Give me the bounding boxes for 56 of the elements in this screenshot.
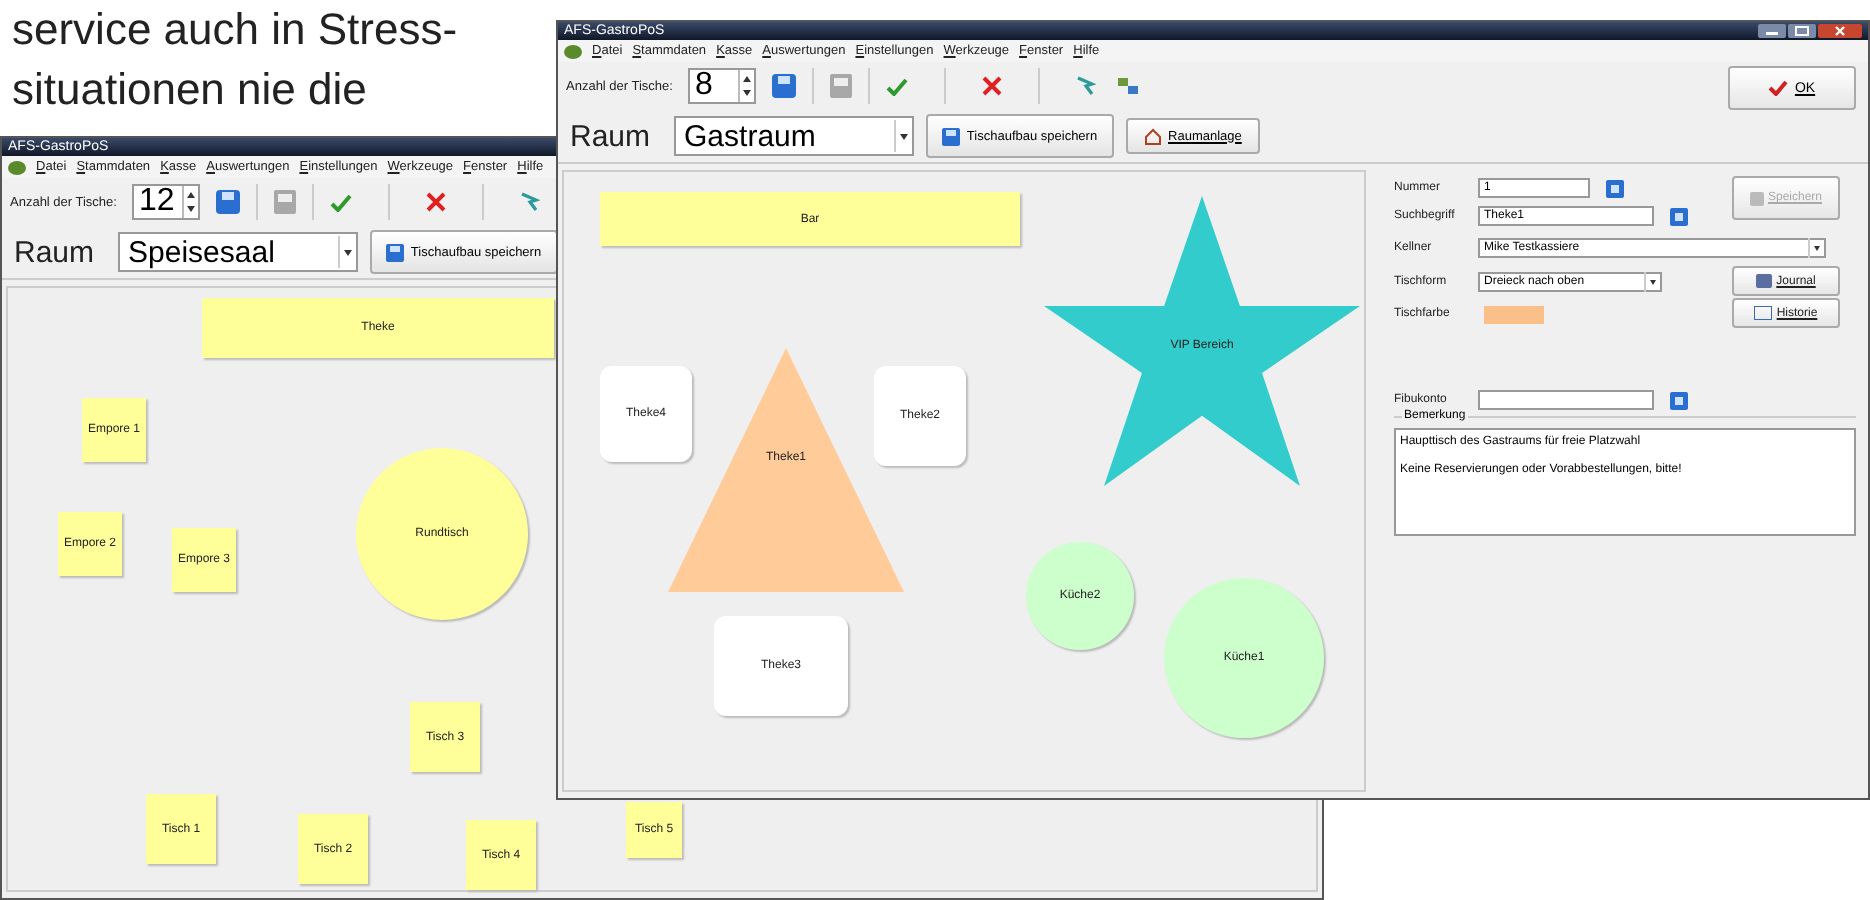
room-dropdown[interactable]: Gastraum [674, 116, 915, 156]
lookup-icon[interactable] [1670, 207, 1688, 225]
table-tile[interactable] [298, 814, 368, 884]
cursor-icon[interactable] [520, 192, 545, 212]
tables-icon[interactable] [1116, 76, 1141, 96]
room-label: Raum [570, 119, 651, 153]
lookup-icon[interactable] [1606, 179, 1624, 197]
room-label: Raum [14, 235, 95, 269]
spin-arrows-icon[interactable] [738, 70, 755, 102]
table-tile[interactable] [626, 802, 682, 858]
caret-icon[interactable] [1644, 271, 1660, 291]
table-count-spinner[interactable]: 8 [688, 68, 757, 104]
lookup-icon[interactable] [1670, 391, 1688, 409]
floppy-icon [386, 243, 405, 261]
book-icon [1756, 274, 1773, 288]
floppy-icon [1749, 191, 1764, 205]
close-icon[interactable] [1818, 24, 1862, 38]
document-text: situationen nie die [12, 62, 369, 118]
color-swatch[interactable] [1484, 305, 1544, 323]
table-tile[interactable] [874, 366, 966, 466]
floppy-icon [942, 127, 961, 145]
table-tile[interactable] [600, 192, 1020, 246]
check-icon [1768, 80, 1789, 96]
table-tile[interactable] [410, 702, 480, 772]
floppy-icon[interactable] [216, 190, 241, 214]
star-table[interactable] [1044, 196, 1360, 486]
table-tile[interactable] [202, 298, 554, 358]
history-icon [1754, 306, 1773, 320]
spin-arrows-icon[interactable] [182, 186, 199, 218]
delete-icon[interactable] [982, 76, 1003, 96]
app-icon [8, 159, 26, 175]
cursor-icon[interactable] [1076, 76, 1101, 96]
document-text: service auch in Stress- [12, 2, 458, 58]
check-icon[interactable] [330, 193, 353, 211]
table-tile[interactable] [58, 512, 122, 576]
app-icon [564, 43, 582, 59]
table-tile[interactable] [600, 366, 692, 462]
minimize-icon[interactable] [1758, 24, 1786, 38]
table-count-spinner[interactable]: 12 [132, 184, 201, 220]
caret-icon[interactable] [894, 120, 913, 152]
room-dropdown[interactable]: Speisesaal [118, 232, 359, 272]
table-tile[interactable] [172, 528, 236, 592]
house-icon [1144, 127, 1163, 145]
table-tile[interactable] [82, 398, 146, 462]
caret-icon[interactable] [1808, 238, 1824, 258]
table-tile[interactable] [146, 794, 216, 864]
document-icon[interactable] [830, 74, 853, 98]
table-tile[interactable] [466, 820, 536, 890]
caret-icon[interactable] [338, 236, 357, 268]
floppy-icon[interactable] [772, 74, 797, 98]
document-icon[interactable] [274, 190, 297, 214]
maximize-icon[interactable] [1788, 24, 1816, 38]
input-field[interactable] [1478, 390, 1654, 410]
table-tile[interactable] [714, 616, 848, 716]
delete-icon[interactable] [426, 192, 447, 212]
check-icon[interactable] [886, 77, 909, 95]
